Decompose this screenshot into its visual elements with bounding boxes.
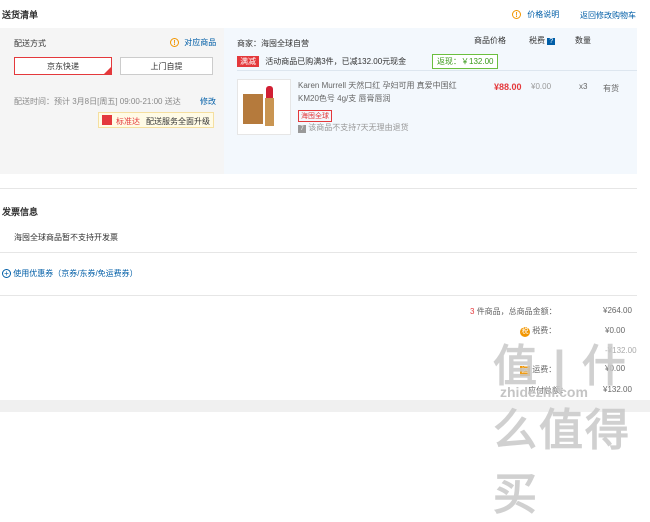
invoice-title: 发票信息: [2, 207, 39, 217]
item-stock: 有货: [603, 84, 619, 93]
promo-divider: [237, 70, 637, 71]
item-tax: ¥0.00: [531, 82, 552, 91]
standard-tag: 标准达: [116, 117, 140, 126]
page-title: 送货清单: [2, 10, 39, 20]
summary-total: ¥264.00: [603, 306, 632, 315]
col-price: 商品价格: [474, 36, 506, 45]
lipstick-tube-image: [265, 98, 274, 126]
coupon-link[interactable]: + 使用优惠券（京券/东券/免运费券）: [2, 268, 138, 279]
invoice-note: 海囤全球商品暂不支持开发票: [14, 233, 118, 242]
truck-icon: [102, 115, 112, 125]
standard-delivery-banner: 标准达 配送服务全面升级: [98, 112, 214, 128]
delivery-time: 配送时间：预计 3月8日[周五] 09:00-21:00 送达: [14, 97, 181, 106]
match-goods-label: 对应商品: [184, 38, 217, 47]
promo-tag: 满减: [237, 56, 259, 67]
hk-global-tag: 海囤全球: [298, 110, 332, 122]
price-note-label: 价格说明: [527, 10, 560, 19]
section-divider: [0, 188, 637, 189]
pickup-option[interactable]: 上门自提: [120, 57, 213, 75]
shop-label: 商家：海囤全球自营: [237, 39, 309, 48]
info-icon: 7: [298, 125, 306, 133]
promo-text: 活动商品已购满3件，已减132.00元现金: [265, 57, 407, 66]
plus-circle-icon: +: [2, 269, 11, 278]
summary-count-label: 件商品，总商品金额：: [476, 307, 557, 316]
col-tax-label: 税费: [529, 36, 545, 45]
standard-desc: 配送服务全面升级: [146, 117, 210, 126]
item-qty: x3: [579, 82, 588, 91]
rebate-badge: 返现：￥132.00: [432, 54, 499, 69]
section-divider: [0, 295, 637, 296]
item-price: ¥88.00: [494, 82, 522, 92]
no-return-label: 该商品不支持7天无理由退货: [308, 123, 409, 132]
product-name-line2[interactable]: KM20色号 4g/支 唇膏唇润: [298, 93, 390, 104]
edit-time-link[interactable]: 修改: [200, 96, 216, 107]
jd-express-option[interactable]: 京东快递: [14, 57, 112, 75]
product-name-line1[interactable]: Karen Murrell 天然口红 孕妇可用 真爱中国红: [298, 80, 457, 91]
watermark-url: zhidezhi.com: [500, 384, 588, 400]
promo-row: 满减 活动商品已购满3件，已减132.00元现金: [237, 56, 406, 67]
col-qty: 数量: [575, 36, 591, 45]
match-goods-link[interactable]: ! 对应商品: [170, 37, 216, 48]
coupon-label: 使用优惠券（京券/东券/免运费券）: [13, 269, 138, 278]
lipstick-bullet-image: [266, 86, 273, 98]
delivery-label: 配送方式: [14, 39, 46, 48]
back-to-cart-link[interactable]: 返回修改购物车: [580, 10, 636, 21]
col-tax: 税费 ?: [529, 35, 556, 46]
warning-icon: !: [170, 38, 179, 47]
hk-global-label: 海囤全球: [301, 113, 329, 120]
summary-count-row: 3 件商品，总商品金额：: [470, 306, 557, 317]
summary-count: 3: [470, 307, 475, 316]
lipstick-box-image: [243, 94, 263, 124]
no-return-note: 7 该商品不支持7天无理由退货: [298, 122, 409, 133]
price-note-link[interactable]: ! 价格说明: [512, 9, 559, 20]
watermark-logo: 值 | 什么值得买: [493, 342, 631, 519]
help-icon[interactable]: ?: [547, 38, 556, 45]
section-divider: [0, 252, 637, 253]
product-thumbnail[interactable]: [237, 79, 291, 135]
warning-icon: !: [512, 10, 521, 19]
